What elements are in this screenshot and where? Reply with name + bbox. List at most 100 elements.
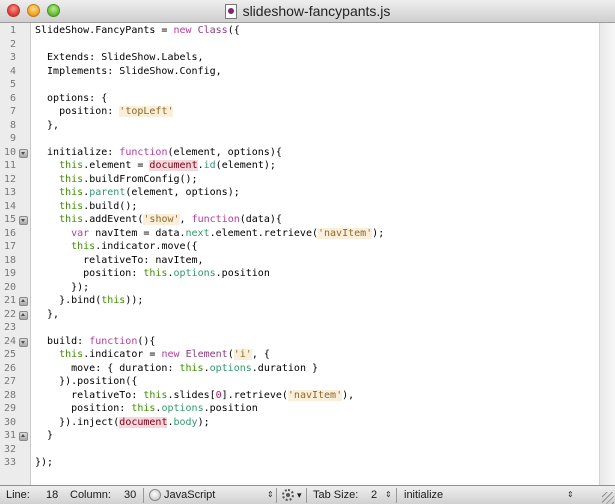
line-number-gutter[interactable]: 1 2 3 4 5 6 7 8 9 10 11 12 13 14 15 16 17 18 19 20 21 22 23 24 2…: [0, 23, 31, 485]
code-token: );: [372, 227, 385, 239]
code-token: }.bind(: [35, 295, 102, 306]
line-number: 26: [3, 362, 16, 374]
line-number: 23: [3, 322, 16, 333]
code-token: navItem = data.: [89, 227, 186, 239]
code-line: }: [35, 430, 53, 441]
javascript-file-icon[interactable]: [224, 3, 237, 19]
status-divider: [396, 488, 397, 503]
line-number: 14: [3, 200, 16, 212]
resize-grip[interactable]: [602, 492, 614, 504]
vertical-scrollbar[interactable]: [599, 23, 615, 485]
status-divider: [143, 488, 144, 503]
code-line: },: [35, 309, 59, 320]
code-token: },: [35, 119, 60, 131]
code-token: this: [143, 268, 168, 279]
code-line: }).position({: [35, 376, 137, 387]
code-token: }: [35, 430, 54, 441]
line-number: 18: [3, 254, 16, 266]
code-line: this.indicator = new Element('i', {: [35, 349, 270, 360]
code-line: position: 'topLeft': [35, 106, 174, 117]
code-token: options: [161, 403, 204, 414]
code-token: 'i': [233, 349, 252, 360]
line-value: 18: [46, 489, 59, 501]
line-number: 21: [3, 295, 16, 306]
fold-end-icon[interactable]: [19, 297, 28, 306]
fold-collapse-icon[interactable]: [19, 148, 28, 158]
code-token: this: [59, 349, 84, 360]
gear-icon[interactable]: [282, 489, 294, 501]
code-line: move: { duration: this.options.duration …: [35, 363, 318, 374]
line-number: 32: [3, 443, 16, 455]
code-line: },: [35, 120, 59, 131]
fold-end-icon[interactable]: [19, 310, 28, 320]
line-number: 33: [3, 457, 16, 468]
language-bubble-icon: [149, 489, 161, 501]
line-number: 1: [9, 25, 16, 36]
code-token: });: [35, 281, 90, 293]
line-number: 17: [3, 241, 16, 252]
code-token: .indicator.move({: [95, 241, 198, 252]
code-token: new: [161, 349, 180, 360]
code-token: (){: [137, 335, 156, 347]
line-number: 8: [9, 119, 16, 131]
fold-collapse-icon[interactable]: [19, 216, 28, 225]
code-token: Extends: SlideShow.Labels,: [35, 52, 204, 63]
status-divider: [276, 488, 277, 503]
tab-size-value[interactable]: 2: [371, 489, 377, 501]
line-number: 20: [3, 281, 16, 293]
code-token: SlideShow.FancyPants =: [35, 25, 174, 36]
fold-collapse-icon[interactable]: [19, 337, 28, 347]
code-token: ));: [125, 295, 144, 306]
code-token: .buildFromConfig();: [83, 173, 198, 185]
code-token: (element);: [215, 160, 276, 171]
code-token: function: [119, 146, 168, 158]
fold-end-icon[interactable]: [19, 432, 28, 441]
symbol-selector[interactable]: initialize: [404, 489, 443, 501]
code-token: var: [71, 227, 90, 239]
line-number: 7: [9, 106, 16, 117]
line-number: 15: [3, 214, 16, 225]
code-token: 'show': [143, 214, 180, 225]
code-token: position:: [35, 268, 144, 279]
code-line: Extends: SlideShow.Labels,: [35, 52, 204, 63]
code-line: position: this.options.position: [35, 268, 270, 279]
language-selector[interactable]: JavaScript: [164, 489, 215, 501]
code-line: options: {: [35, 93, 107, 104]
window-title: slideshow-fancypants.js: [242, 3, 391, 19]
code-token: this: [59, 160, 84, 171]
code-token: 'navItem': [287, 389, 343, 401]
code-token: this: [131, 403, 156, 414]
code-token: ),: [342, 389, 355, 401]
code-editor[interactable]: 1 2 3 4 5 6 7 8 9 10 11 12 13 14 15 16 17 18 19 20 21 22 23 24 2…: [0, 23, 615, 485]
code-line: this.parent(element, options);: [35, 187, 240, 198]
column-value: 30: [124, 489, 137, 501]
line-number: 3: [9, 52, 16, 63]
code-token: });: [35, 457, 54, 468]
code-line: }).inject(document.body);: [35, 416, 210, 428]
line-number: 24: [3, 335, 16, 347]
tab-size-label: Tab Size:: [313, 489, 359, 501]
line-number: 19: [3, 268, 16, 279]
line-number: 27: [3, 376, 16, 387]
code-token: .addEvent(: [83, 214, 144, 225]
code-token: Class: [197, 25, 228, 36]
code-token: options: [209, 362, 252, 374]
editor-window: slideshow-fancypants.js 1 2 3 4 5 6 7 8 9 10 11 12 1…: [0, 0, 615, 504]
code-token: relativeTo: navItem,: [35, 254, 204, 266]
language-updown-icon: ⇕: [267, 490, 274, 499]
line-number: 2: [9, 38, 16, 50]
gear-menu-arrow-icon: ▾: [297, 490, 302, 500]
code-token: initialize:: [35, 146, 120, 158]
code-token: },: [35, 308, 60, 320]
code-token: );: [197, 416, 210, 428]
column-label: Column:: [70, 489, 111, 501]
code-token: parent: [89, 187, 126, 198]
line-number: 31: [3, 430, 16, 441]
code-line: relativeTo: this.slides[0].retrieve('nav…: [35, 389, 355, 401]
line-number: 5: [9, 79, 16, 90]
